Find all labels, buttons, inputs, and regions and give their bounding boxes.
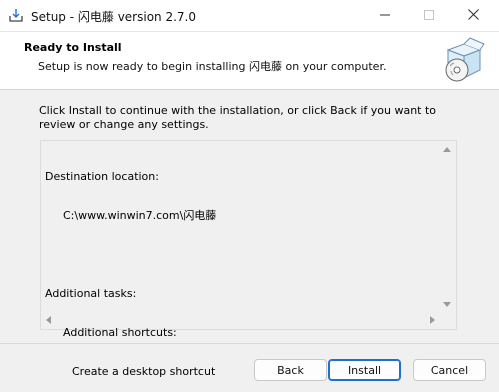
- footer-divider: [0, 343, 499, 344]
- back-button[interactable]: Back: [254, 359, 327, 381]
- window-title: Setup - 闪电藤 version 2.7.0: [31, 10, 197, 24]
- shortcut-item: Create a desktop shortcut: [72, 365, 216, 378]
- memo-spacer: [45, 248, 216, 261]
- setup-installer-icon: [8, 7, 24, 23]
- scroll-left-icon[interactable]: [46, 316, 51, 324]
- vertical-scrollbar[interactable]: [439, 141, 456, 313]
- install-box-disc-icon: [440, 36, 488, 84]
- ready-memo[interactable]: Destination location: C:\www.winwin7.com…: [40, 140, 457, 378]
- wizard-header: Ready to Install Setup is now ready to b…: [0, 32, 499, 90]
- install-button[interactable]: Install: [328, 359, 401, 381]
- scroll-down-icon[interactable]: [443, 302, 451, 307]
- scroll-right-icon[interactable]: [430, 316, 435, 324]
- destination-label: Destination location:: [45, 170, 159, 183]
- intro-text: Click Install to continue with the insta…: [39, 104, 437, 131]
- close-icon: [467, 9, 479, 23]
- destination-path: C:\www.winwin7.com\闪电藤: [63, 209, 217, 222]
- title-bar: Setup - 闪电藤 version 2.7.0: [0, 0, 499, 32]
- close-button[interactable]: [450, 0, 496, 32]
- maximize-icon: [424, 9, 434, 23]
- page-subtitle: Setup is now ready to begin installing 闪…: [38, 60, 387, 73]
- memo-content: Destination location: C:\www.winwin7.com…: [45, 144, 216, 392]
- horizontal-scrollbar[interactable]: [41, 312, 440, 329]
- minimize-button[interactable]: [362, 0, 408, 32]
- page-title: Ready to Install: [24, 41, 122, 54]
- tasks-label: Additional tasks:: [45, 287, 137, 300]
- cancel-button[interactable]: Cancel: [413, 359, 486, 381]
- scroll-up-icon[interactable]: [443, 147, 451, 152]
- minimize-icon: [380, 10, 390, 23]
- maximize-button: [406, 0, 452, 32]
